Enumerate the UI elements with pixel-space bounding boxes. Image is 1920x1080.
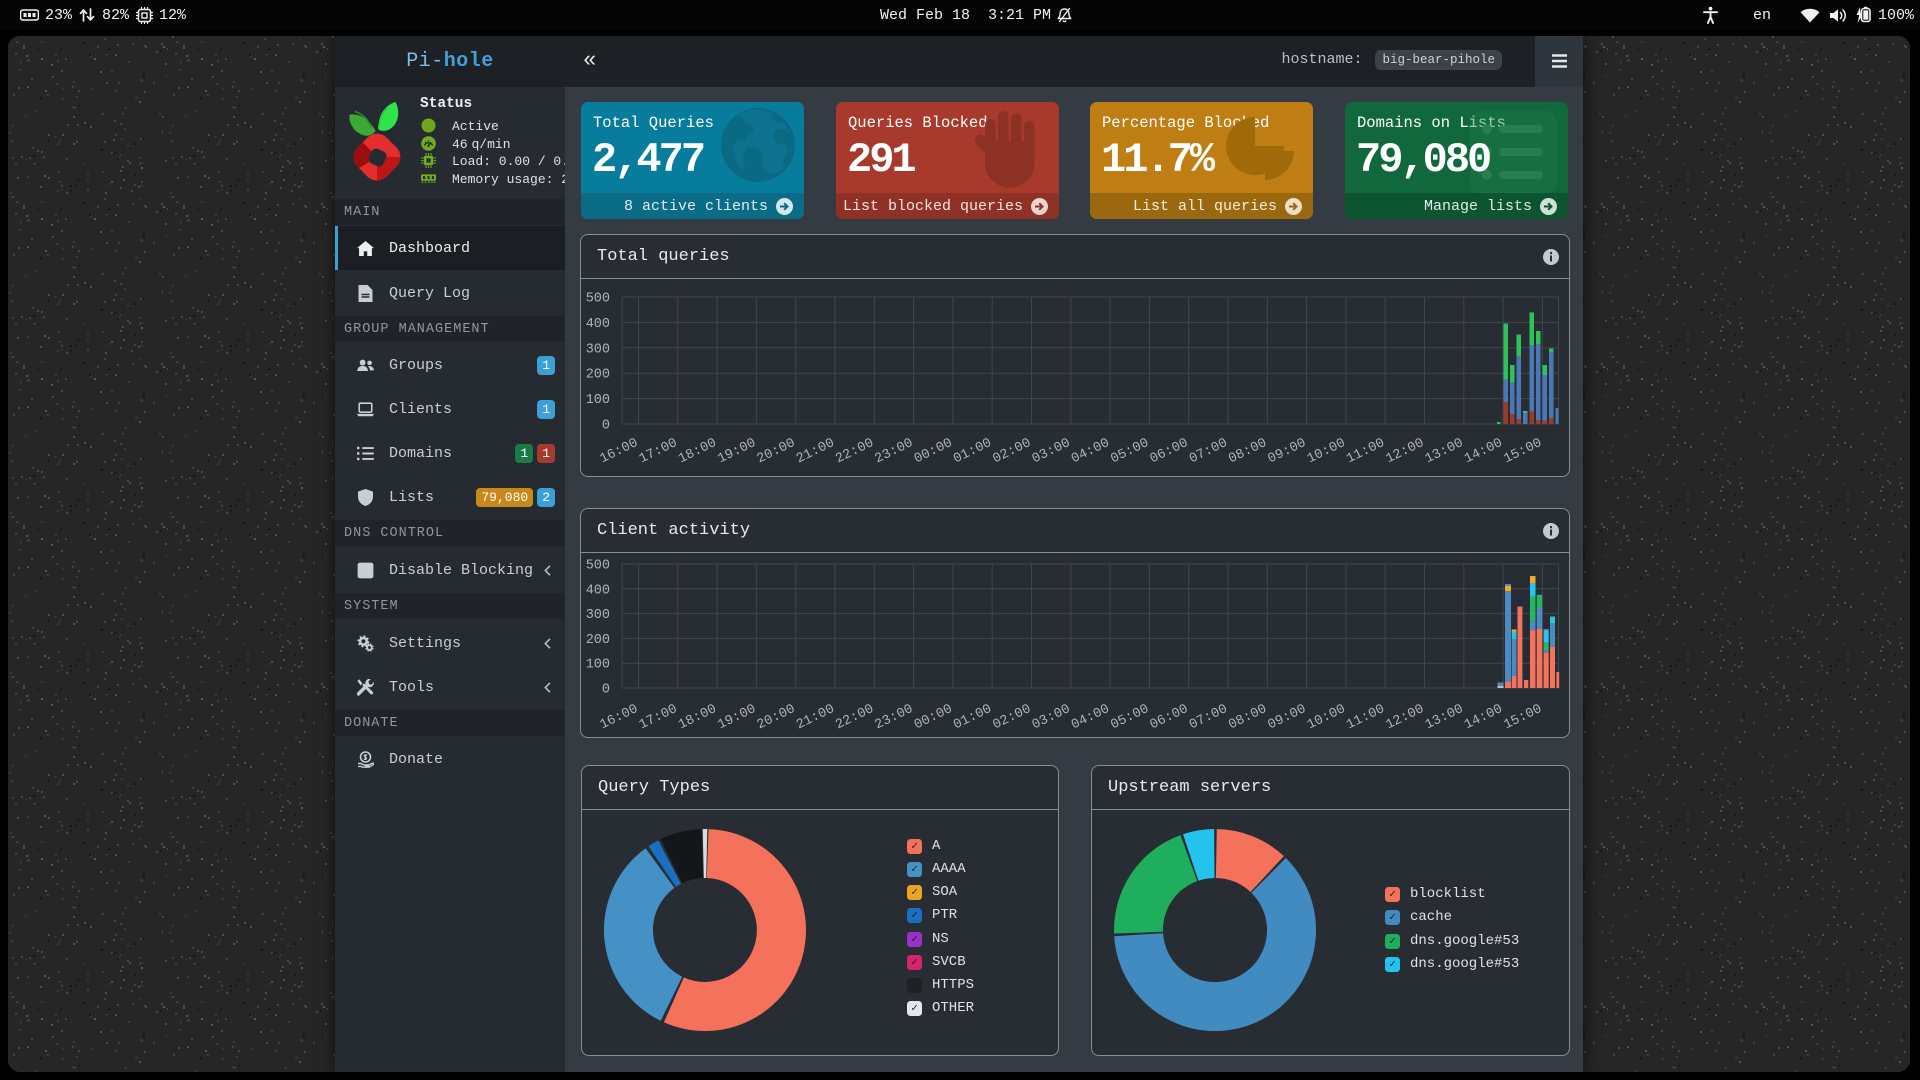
svg-text:23:00: 23:00: [873, 702, 916, 733]
svg-text:13:00: 13:00: [1423, 436, 1466, 467]
svg-text:11:00: 11:00: [1344, 436, 1387, 467]
svg-text:07:00: 07:00: [1187, 702, 1230, 733]
svg-text:09:00: 09:00: [1266, 702, 1309, 733]
svg-text:22:00: 22:00: [834, 702, 877, 733]
svg-text:03:00: 03:00: [1030, 702, 1073, 733]
svg-text:300: 300: [586, 342, 610, 357]
svg-text:04:00: 04:00: [1069, 702, 1112, 733]
svg-text:0: 0: [602, 419, 610, 434]
svg-text:05:00: 05:00: [1109, 702, 1152, 733]
svg-text:500: 500: [586, 292, 610, 307]
svg-text:04:00: 04:00: [1069, 436, 1112, 467]
svg-text:06:00: 06:00: [1148, 702, 1191, 733]
svg-text:08:00: 08:00: [1227, 702, 1270, 733]
svg-text:01:00: 01:00: [951, 436, 994, 467]
svg-text:00:00: 00:00: [912, 436, 955, 467]
svg-text:12:00: 12:00: [1384, 702, 1427, 733]
svg-text:11:00: 11:00: [1344, 702, 1387, 733]
svg-text:13:00: 13:00: [1423, 702, 1466, 733]
svg-text:10:00: 10:00: [1305, 702, 1348, 733]
svg-text:01:00: 01:00: [951, 702, 994, 733]
svg-text:22:00: 22:00: [834, 436, 877, 467]
svg-text:12:00: 12:00: [1384, 436, 1427, 467]
svg-text:03:00: 03:00: [1030, 436, 1073, 467]
svg-text:21:00: 21:00: [794, 436, 837, 467]
svg-text:10:00: 10:00: [1305, 436, 1348, 467]
svg-text:18:00: 18:00: [676, 436, 719, 467]
svg-text:14:00: 14:00: [1462, 436, 1505, 467]
svg-text:18:00: 18:00: [676, 702, 719, 733]
svg-text:15:00: 15:00: [1502, 436, 1545, 467]
svg-text:08:00: 08:00: [1227, 436, 1270, 467]
svg-text:500: 500: [586, 559, 610, 574]
svg-text:100: 100: [586, 393, 610, 408]
svg-text:200: 200: [586, 368, 610, 383]
svg-text:23:00: 23:00: [873, 436, 916, 467]
svg-text:16:00: 16:00: [598, 702, 641, 733]
svg-text:200: 200: [586, 633, 610, 648]
svg-text:100: 100: [586, 658, 610, 673]
svg-text:400: 400: [586, 583, 610, 598]
svg-text:0: 0: [602, 683, 610, 698]
svg-text:02:00: 02:00: [991, 702, 1034, 733]
svg-text:300: 300: [586, 608, 610, 623]
svg-text:20:00: 20:00: [755, 702, 798, 733]
svg-text:16:00: 16:00: [598, 436, 641, 467]
svg-text:00:00: 00:00: [912, 702, 955, 733]
svg-text:21:00: 21:00: [794, 702, 837, 733]
svg-text:15:00: 15:00: [1502, 702, 1545, 733]
svg-text:02:00: 02:00: [991, 436, 1034, 467]
svg-text:07:00: 07:00: [1187, 436, 1230, 467]
svg-text:06:00: 06:00: [1148, 436, 1191, 467]
svg-text:14:00: 14:00: [1462, 702, 1505, 733]
svg-text:17:00: 17:00: [637, 436, 680, 467]
svg-text:09:00: 09:00: [1266, 436, 1309, 467]
svg-text:19:00: 19:00: [716, 702, 759, 733]
svg-text:05:00: 05:00: [1109, 436, 1152, 467]
svg-text:400: 400: [586, 317, 610, 332]
svg-text:20:00: 20:00: [755, 436, 798, 467]
svg-text:17:00: 17:00: [637, 702, 680, 733]
svg-text:19:00: 19:00: [716, 436, 759, 467]
